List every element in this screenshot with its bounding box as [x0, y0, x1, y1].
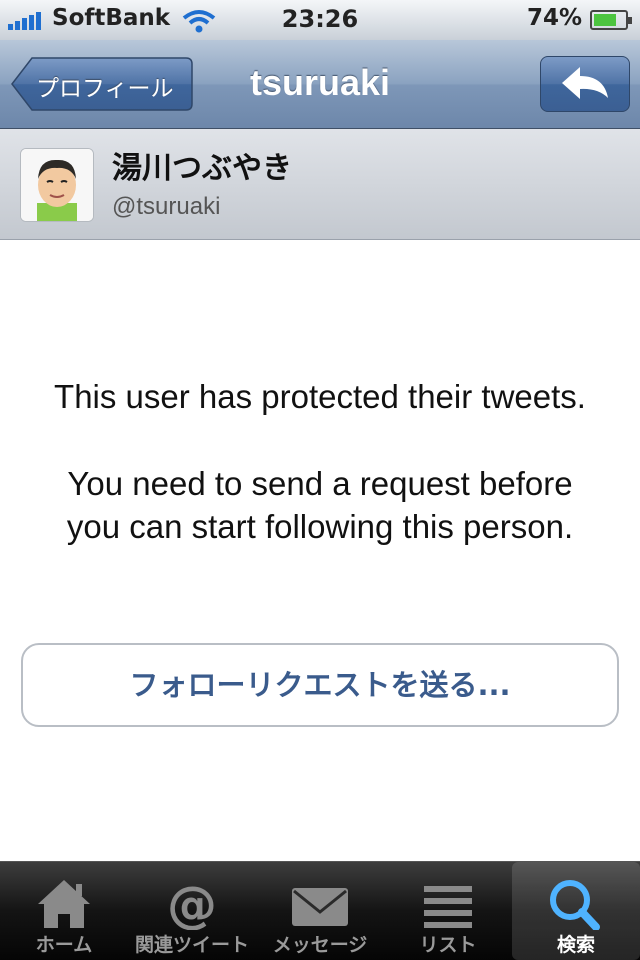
tab-search-label: 検索 — [556, 934, 595, 956]
reply-arrow-icon — [562, 67, 608, 99]
send-follow-request-button[interactable]: フォローリクエストを送る... — [21, 643, 619, 727]
tab-mentions-label: 関連ツイート — [134, 934, 249, 956]
profile-handle: @tsuruaki — [112, 193, 221, 220]
tab-home[interactable]: ホーム — [0, 862, 128, 960]
tab-messages-label: メッセージ — [272, 934, 368, 956]
tab-lists[interactable]: リスト — [384, 862, 512, 960]
profile-header[interactable]: 湯川つぶやき @tsuruaki — [0, 129, 640, 240]
search-icon — [550, 880, 600, 930]
tab-home-label: ホーム — [35, 934, 93, 956]
tab-search[interactable]: 検索 — [512, 862, 640, 960]
request-explanation-line1: You need to send a request before — [67, 465, 573, 502]
envelope-icon — [292, 888, 348, 926]
status-bar: SoftBank 23:26 74% — [0, 0, 640, 41]
request-explanation: You need to send a request before you ca… — [0, 462, 640, 548]
avatar-face-icon — [21, 149, 93, 221]
at-icon: @ — [167, 876, 217, 930]
request-explanation-line2: you can start following this person. — [66, 508, 574, 545]
avatar[interactable] — [20, 148, 94, 222]
svg-text:@: @ — [167, 876, 217, 930]
protected-notice: This user has protected their tweets. — [54, 378, 586, 415]
navigation-bar: プロフィール tsuruaki — [0, 40, 640, 129]
tab-lists-label: リスト — [419, 934, 477, 956]
reply-button[interactable] — [540, 56, 630, 112]
battery-percent: 74% — [526, 5, 582, 31]
profile-name: 湯川つぶやき — [112, 151, 292, 186]
battery-icon — [590, 10, 632, 30]
tab-mentions[interactable]: @ 関連ツイート — [128, 862, 256, 960]
list-icon — [424, 886, 472, 928]
tab-messages[interactable]: メッセージ — [256, 862, 384, 960]
home-icon — [38, 880, 90, 928]
tab-bar: ホーム @ 関連ツイート メッセージ リスト 検索 — [0, 861, 640, 960]
